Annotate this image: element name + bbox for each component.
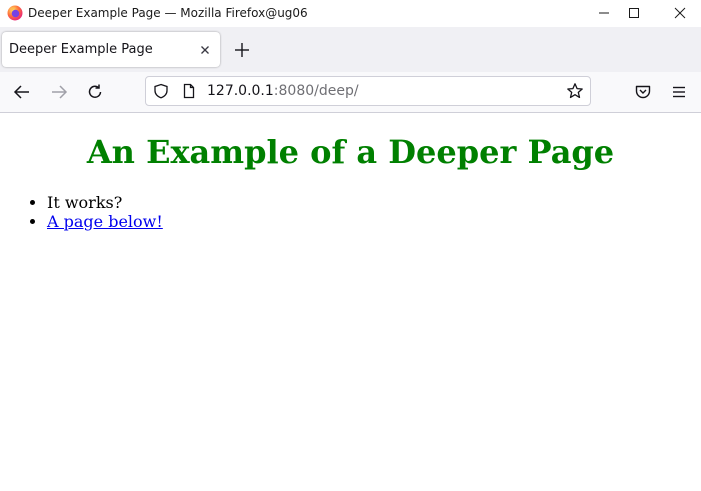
back-arrow-icon[interactable] [12, 82, 32, 102]
tab-label: Deeper Example Page [9, 42, 153, 57]
page-info-icon[interactable] [181, 83, 197, 99]
list-item: A page below! [47, 212, 163, 231]
new-tab-icon[interactable] [232, 40, 252, 60]
page-below-link[interactable]: A page below! [47, 212, 163, 231]
page-content: An Example of a Deeper Page It works? A … [0, 113, 701, 491]
minimize-icon [599, 12, 609, 14]
close-tab-icon[interactable] [197, 42, 213, 58]
maximize-icon [629, 8, 639, 18]
tab-strip: Deeper Example Page [0, 27, 701, 72]
window-title: Deeper Example Page — Mozilla Firefox@ug… [28, 6, 308, 20]
url-path: :8080/deep/ [273, 83, 359, 99]
list-item: It works? [47, 193, 163, 212]
tab-deeper-example-page[interactable]: Deeper Example Page [2, 32, 220, 67]
forward-arrow-icon[interactable] [49, 82, 69, 102]
maximize-button[interactable] [611, 0, 657, 27]
tracking-protection-shield-icon[interactable] [153, 83, 169, 99]
page-heading: An Example of a Deeper Page [86, 133, 615, 171]
pocket-icon[interactable] [633, 82, 653, 102]
list-item-text: It works? [47, 193, 123, 212]
menu-hamburger-icon[interactable] [669, 82, 689, 102]
url-bar[interactable]: 127.0.0.1:8080/deep/ [145, 76, 591, 106]
firefox-logo-icon [7, 5, 23, 21]
close-window-button[interactable] [657, 0, 701, 27]
navigation-bar: 127.0.0.1:8080/deep/ [0, 72, 701, 113]
bookmark-star-icon[interactable] [566, 82, 584, 100]
close-icon [674, 7, 686, 19]
reload-icon[interactable] [85, 82, 105, 102]
url-host: 127.0.0.1 [207, 83, 274, 99]
item-list: It works? A page below! [0, 193, 163, 231]
url-text[interactable]: 127.0.0.1:8080/deep/ [207, 83, 359, 99]
title-bar: Deeper Example Page — Mozilla Firefox@ug… [0, 0, 701, 27]
